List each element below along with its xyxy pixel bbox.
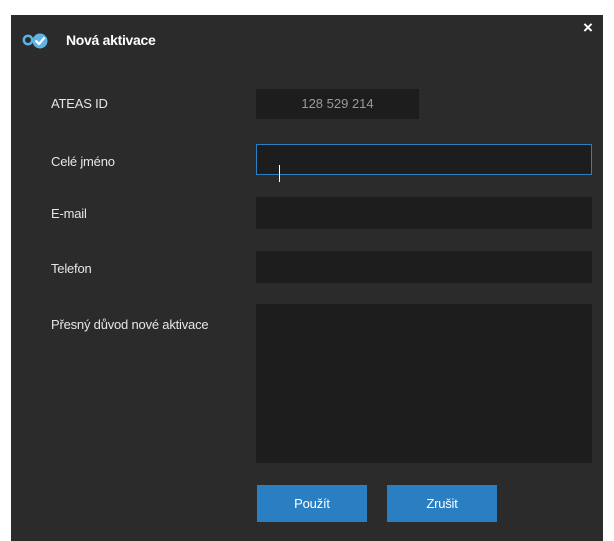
dialog-title: Nová aktivace (66, 32, 156, 48)
full-name-label: Celé jméno (51, 154, 115, 169)
email-label: E-mail (51, 206, 87, 221)
ateas-id-value: 128 529 214 (256, 89, 419, 119)
phone-input[interactable] (256, 251, 592, 283)
close-icon[interactable]: × (579, 19, 597, 37)
full-name-input[interactable] (256, 144, 592, 175)
ateas-id-label: ATEAS ID (51, 96, 108, 111)
title-bar: Nová aktivace × (11, 15, 603, 65)
cancel-button[interactable]: Zrušit (387, 485, 497, 522)
text-caret (279, 165, 280, 182)
phone-label: Telefon (51, 261, 92, 276)
reason-textarea[interactable] (256, 304, 592, 463)
apply-button[interactable]: Použít (257, 485, 367, 522)
reason-label: Přesný důvod nové aktivace (51, 317, 209, 332)
email-input[interactable] (256, 197, 592, 229)
key-check-icon (22, 32, 50, 50)
activation-dialog: Nová aktivace × ATEAS ID 128 529 214 Cel… (11, 15, 603, 541)
